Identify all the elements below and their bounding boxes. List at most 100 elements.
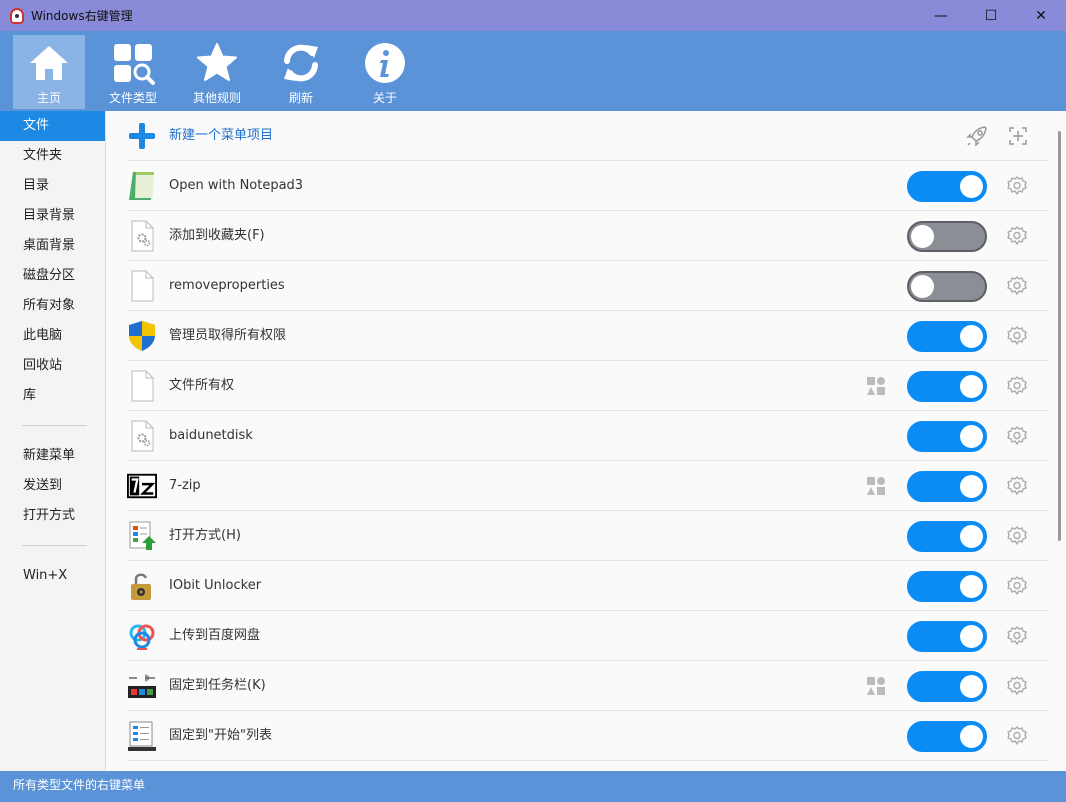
enable-toggle[interactable] bbox=[907, 221, 987, 252]
sidebar-divider bbox=[22, 545, 87, 546]
menu-item-label: 文件所有权 bbox=[169, 378, 235, 393]
sidebar-item-file[interactable]: 文件 bbox=[0, 111, 105, 141]
enable-toggle[interactable] bbox=[907, 471, 987, 502]
menu-item-label: Open with Notepad3 bbox=[169, 178, 304, 193]
settings-file-icon bbox=[127, 220, 157, 252]
menu-item-row[interactable]: 文件所有权 bbox=[127, 361, 1048, 411]
settings-gear-icon[interactable] bbox=[1007, 576, 1027, 596]
uac-shield-icon bbox=[127, 320, 157, 352]
menu-item-row[interactable]: 7-zip bbox=[127, 461, 1048, 511]
sidebar-item-all-objects[interactable]: 所有对象 bbox=[0, 291, 105, 321]
blank-file-icon bbox=[127, 370, 157, 402]
new-menu-item-label[interactable]: 新建一个菜单项目 bbox=[169, 111, 273, 161]
settings-gear-icon[interactable] bbox=[1007, 326, 1027, 346]
sidebar-item-this-pc[interactable]: 此电脑 bbox=[0, 321, 105, 351]
sidebar-divider bbox=[22, 425, 87, 426]
sidebar-item-recycle-bin[interactable]: 回收站 bbox=[0, 351, 105, 381]
rocket-icon[interactable] bbox=[965, 124, 989, 148]
settings-gear-icon[interactable] bbox=[1007, 726, 1027, 746]
enable-toggle[interactable] bbox=[907, 371, 987, 402]
new-menu-item-row[interactable]: 新建一个菜单项目 bbox=[127, 111, 1048, 161]
shapes-icon[interactable] bbox=[866, 376, 886, 396]
enable-toggle[interactable] bbox=[907, 571, 987, 602]
settings-gear-icon[interactable] bbox=[1007, 226, 1027, 246]
settings-gear-icon[interactable] bbox=[1007, 526, 1027, 546]
shapes-icon[interactable] bbox=[866, 476, 886, 496]
refresh-icon bbox=[284, 44, 318, 82]
menu-item-row[interactable]: 添加到收藏夹(F) bbox=[127, 211, 1048, 261]
menu-item-row[interactable]: 固定到"开始"列表 bbox=[127, 711, 1048, 761]
menu-item-label: IObit Unlocker bbox=[169, 578, 262, 593]
settings-gear-icon[interactable] bbox=[1007, 426, 1027, 446]
menu-item-label: 固定到"开始"列表 bbox=[169, 728, 272, 743]
enable-toggle[interactable] bbox=[907, 271, 987, 302]
toolbar-home-label: 主页 bbox=[36, 91, 61, 105]
toolbar-refresh-button[interactable]: 刷新 bbox=[265, 35, 337, 109]
menu-item-label: baidunetdisk bbox=[169, 428, 253, 443]
sidebar-item-disk-partition[interactable]: 磁盘分区 bbox=[0, 261, 105, 291]
settings-gear-icon[interactable] bbox=[1007, 276, 1027, 296]
sidebar-item-new-menu[interactable]: 新建菜单 bbox=[0, 441, 105, 471]
add-item-icon[interactable] bbox=[1006, 124, 1030, 148]
title-bar: Windows右键管理 — ☐ ✕ bbox=[0, 0, 1066, 31]
menu-item-label: 固定到任务栏(K) bbox=[169, 678, 266, 693]
scrollbar-thumb[interactable] bbox=[1058, 131, 1061, 541]
menu-item-label: removeproperties bbox=[169, 278, 285, 293]
toolbar-home-button[interactable]: 主页 bbox=[13, 35, 85, 109]
menu-item-row[interactable]: Open with Notepad3 bbox=[127, 161, 1048, 211]
menu-item-label: 7-zip bbox=[169, 478, 201, 493]
sidebar-item-open-with[interactable]: 打开方式 bbox=[0, 501, 105, 531]
window-title: Windows右键管理 bbox=[31, 9, 133, 23]
enable-toggle[interactable] bbox=[907, 621, 987, 652]
menu-item-row[interactable]: removeproperties bbox=[127, 261, 1048, 311]
settings-gear-icon[interactable] bbox=[1007, 476, 1027, 496]
menu-item-row[interactable] bbox=[127, 761, 1048, 771]
sidebar-item-send-to[interactable]: 发送到 bbox=[0, 471, 105, 501]
menu-item-list: 新建一个菜单项目 Open with Notepad3 添加到收藏夹(F) re… bbox=[106, 111, 1066, 771]
toolbar-other-rules-button[interactable]: 其他规则 bbox=[181, 35, 253, 109]
toolbar-about-label: 关于 bbox=[372, 91, 397, 105]
pin-taskbar-icon bbox=[127, 670, 157, 702]
info-icon bbox=[365, 43, 405, 83]
maximize-button[interactable]: ☐ bbox=[966, 0, 1016, 31]
sidebar-item-folder[interactable]: 文件夹 bbox=[0, 141, 105, 171]
vertical-scrollbar[interactable] bbox=[1056, 111, 1066, 771]
sidebar-item-library[interactable]: 库 bbox=[0, 381, 105, 411]
minimize-button[interactable]: — bbox=[916, 0, 966, 31]
settings-gear-icon[interactable] bbox=[1007, 676, 1027, 696]
menu-item-label: 上传到百度网盘 bbox=[169, 628, 261, 643]
toolbar-file-types-label: 文件类型 bbox=[108, 91, 157, 105]
toolbar-about-button[interactable]: 关于 bbox=[349, 35, 421, 109]
enable-toggle[interactable] bbox=[907, 171, 987, 202]
window-controls: — ☐ ✕ bbox=[916, 0, 1066, 31]
baidu-cloud-icon bbox=[127, 620, 157, 652]
enable-toggle[interactable] bbox=[907, 321, 987, 352]
main-toolbar: 主页 文件类型 其他规则 刷新 关于 bbox=[0, 31, 1066, 111]
sidebar-item-win-x[interactable]: Win+X bbox=[0, 561, 105, 591]
enable-toggle[interactable] bbox=[907, 421, 987, 452]
menu-item-row[interactable]: 管理员取得所有权限 bbox=[127, 311, 1048, 361]
enable-toggle[interactable] bbox=[907, 521, 987, 552]
menu-item-row[interactable]: baidunetdisk bbox=[127, 411, 1048, 461]
enable-toggle[interactable] bbox=[907, 671, 987, 702]
settings-gear-icon[interactable] bbox=[1007, 376, 1027, 396]
menu-item-row[interactable]: 上传到百度网盘 bbox=[127, 611, 1048, 661]
menu-item-row[interactable]: 固定到任务栏(K) bbox=[127, 661, 1048, 711]
enable-toggle[interactable] bbox=[907, 721, 987, 752]
settings-file-icon bbox=[127, 420, 157, 452]
blank-file-icon bbox=[127, 270, 157, 302]
menu-item-row[interactable]: 打开方式(H) bbox=[127, 511, 1048, 561]
shapes-icon[interactable] bbox=[866, 676, 886, 696]
settings-gear-icon[interactable] bbox=[1007, 176, 1027, 196]
settings-gear-icon[interactable] bbox=[1007, 626, 1027, 646]
toolbar-file-types-button[interactable]: 文件类型 bbox=[97, 35, 169, 109]
7zip-icon bbox=[127, 470, 157, 502]
sidebar-item-directory[interactable]: 目录 bbox=[0, 171, 105, 201]
menu-item-row[interactable]: IObit Unlocker bbox=[127, 561, 1048, 611]
status-bar: 所有类型文件的右键菜单 bbox=[0, 771, 1066, 802]
menu-item-label: 管理员取得所有权限 bbox=[169, 328, 287, 343]
sidebar-item-desktop-background[interactable]: 桌面背景 bbox=[0, 231, 105, 261]
unlocker-icon bbox=[127, 570, 157, 602]
sidebar-item-directory-background[interactable]: 目录背景 bbox=[0, 201, 105, 231]
close-button[interactable]: ✕ bbox=[1016, 0, 1066, 31]
